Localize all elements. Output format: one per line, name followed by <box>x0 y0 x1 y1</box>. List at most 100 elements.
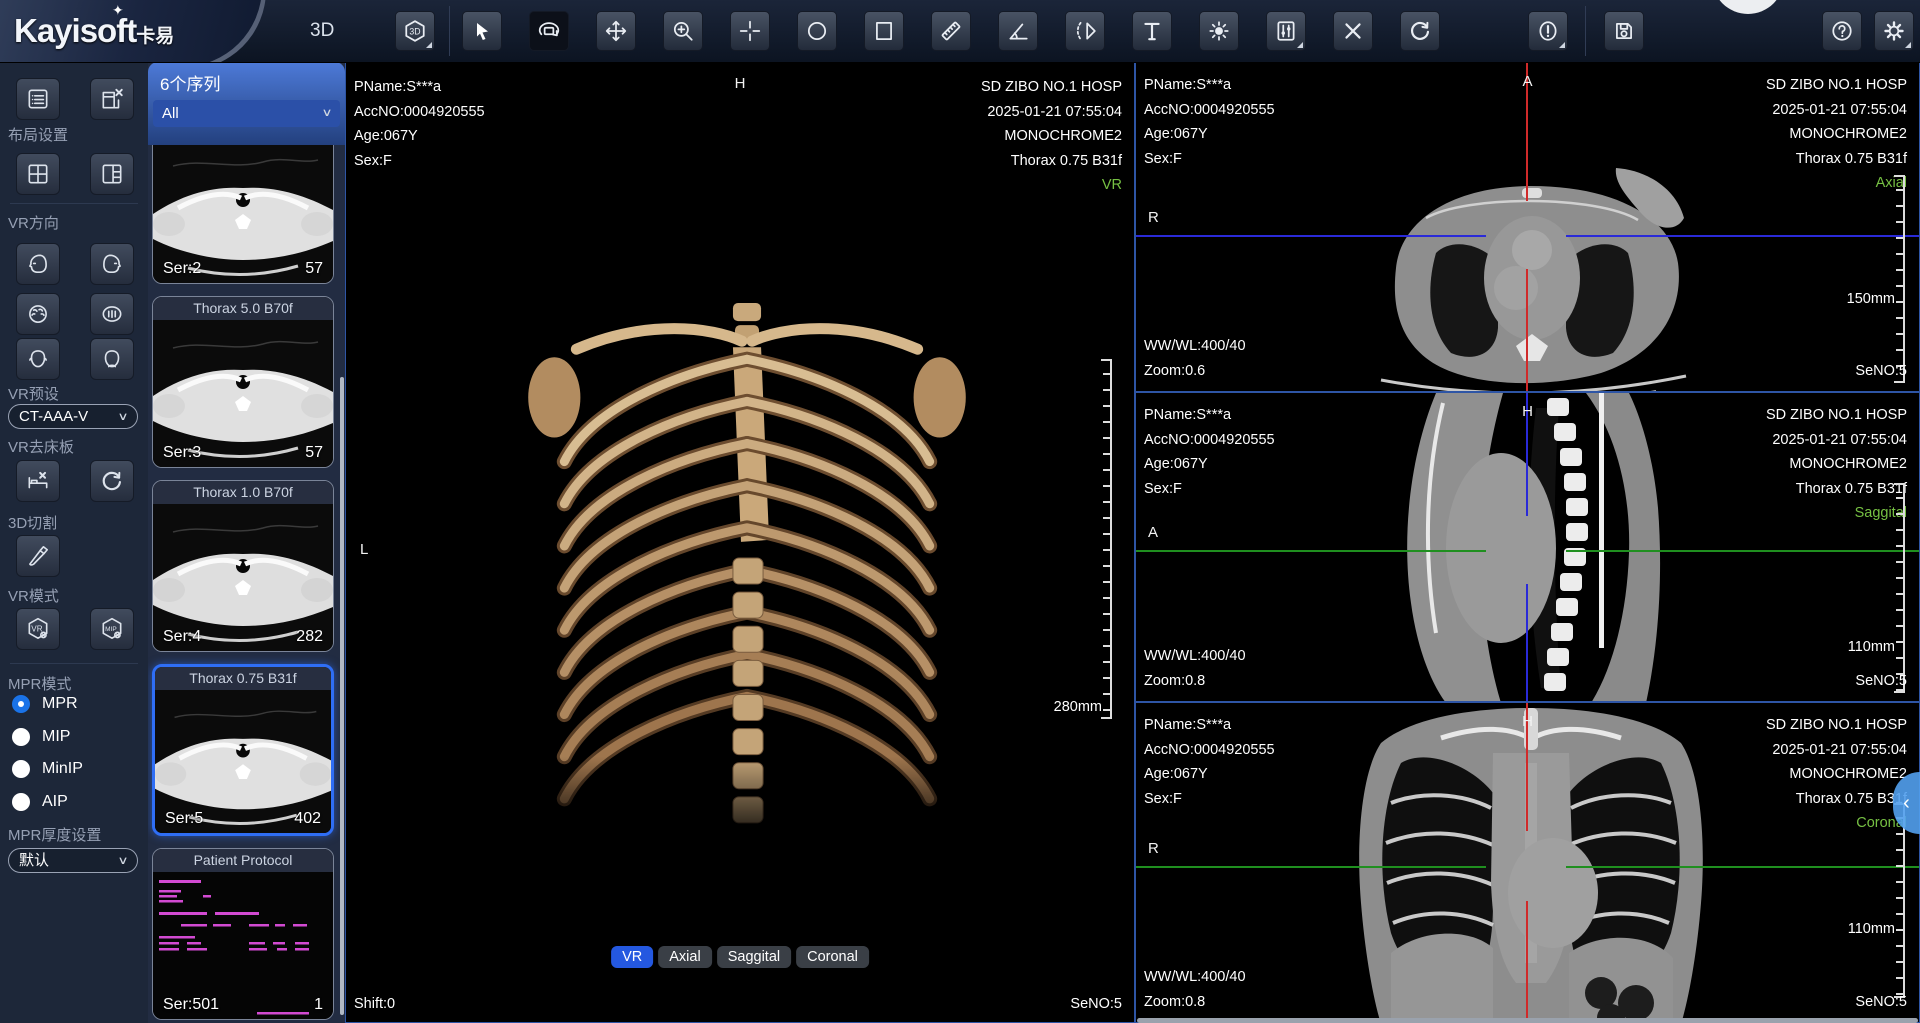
layout-split-right-button[interactable] <box>90 153 134 195</box>
zoom-value: Zoom:0.6 <box>1144 359 1246 384</box>
view-3d-button[interactable]: 3D <box>395 11 435 51</box>
head-right-button[interactable] <box>90 243 134 285</box>
series-description: Thorax 0.75 B31f <box>1766 147 1907 172</box>
angle-tool-button[interactable] <box>998 11 1038 51</box>
vr-mode-label: VR模式 <box>8 585 59 606</box>
brand-suffix: 卡易 <box>136 26 174 47</box>
remove-bed-button[interactable] <box>16 460 60 502</box>
minip-radio-option[interactable]: MinIP <box>12 760 83 778</box>
zoom-icon <box>671 19 695 43</box>
radio-icon[interactable] <box>12 793 30 811</box>
vr-viewport[interactable]: PName:S***a AccNO:0004920555 Age:067Y Se… <box>345 62 1135 1023</box>
ellipse-tool-button[interactable] <box>797 11 837 51</box>
series-count-label: 6个序列 <box>148 62 345 100</box>
crosshair-vertical-red[interactable] <box>1526 901 1528 1022</box>
crosshair-horizontal-green[interactable] <box>1566 866 1919 868</box>
rotate-3d-button[interactable] <box>529 11 569 51</box>
head-bottom-button[interactable] <box>90 293 134 335</box>
layout-remove-button[interactable] <box>90 78 134 120</box>
radio-icon[interactable] <box>12 728 30 746</box>
scalpel-button[interactable] <box>16 535 60 577</box>
orientation-marker-left: R <box>1148 209 1159 226</box>
vr-mode-button[interactable]: VR <box>16 608 60 650</box>
pan-button[interactable] <box>596 11 636 51</box>
crosshair-vertical-blue[interactable] <box>1526 584 1528 701</box>
photometric: MONOCHROME2 <box>1766 762 1907 787</box>
app-screen: ✦ Kayisoft卡易 3D 3D <box>0 0 1920 1023</box>
ruler-tool-icon <box>939 19 963 43</box>
vr-preset-dropdown[interactable]: CT-AAA-V∨ <box>8 404 138 429</box>
cobb-angle-tool-button[interactable] <box>1065 11 1105 51</box>
zoom-button[interactable] <box>663 11 703 51</box>
minip-radio-label: MinIP <box>42 760 83 778</box>
patient-sex: Sex:F <box>1144 477 1275 502</box>
cursor-button[interactable] <box>462 11 502 51</box>
coronal-viewport[interactable]: PName:S***a AccNO:0004920555 Age:067Y Se… <box>1135 702 1920 1023</box>
mip-radio-option[interactable]: MIP <box>12 728 70 746</box>
text-tool-button[interactable] <box>1132 11 1172 51</box>
grid-2x2-button[interactable] <box>16 153 60 195</box>
series-thumbnail-3[interactable]: Thorax 1.0 B70f Ser:4 282 <box>152 480 334 652</box>
layout-list-button[interactable] <box>16 78 60 120</box>
app-logo: ✦ Kayisoft卡易 <box>0 0 270 62</box>
sidebar-divider-2 <box>10 663 138 664</box>
series-scrollbar[interactable] <box>340 377 344 1015</box>
horizontal-scrollbar[interactable] <box>1137 1018 1918 1023</box>
head-left-button[interactable] <box>16 243 60 285</box>
brightness-button[interactable] <box>1199 11 1239 51</box>
reset-bed-button[interactable] <box>90 460 134 502</box>
chevron-down-icon: ∨ <box>117 405 128 429</box>
user-avatar[interactable] <box>1712 0 1784 14</box>
series-thumbnail-5[interactable]: Patient Protocol Ser:501 1 <box>152 848 334 1020</box>
svg-text:MIP: MIP <box>105 626 117 633</box>
head-front-button[interactable] <box>16 338 60 380</box>
scale-ruler-label: 150mm <box>1847 291 1895 307</box>
series-filter-dropdown[interactable]: All ∨ <box>153 100 340 127</box>
vr-preset-label: VR预设 <box>8 383 59 404</box>
series-number: Ser:2 <box>163 260 201 278</box>
crosshair-horizontal-green[interactable] <box>1136 550 1486 552</box>
axial-view-button[interactable]: Axial <box>658 946 711 968</box>
mip-mode-button[interactable]: MIP <box>90 608 134 650</box>
reset-button[interactable] <box>1400 11 1440 51</box>
radio-selected-icon[interactable] <box>12 695 30 713</box>
mpr-thickness-label: MPR厚度设置 <box>8 824 101 845</box>
saggital-view-button[interactable]: Saggital <box>717 946 791 968</box>
crosshair-horizontal-green[interactable] <box>1566 550 1919 552</box>
layout-remove-icon <box>99 86 125 112</box>
window-level-button[interactable] <box>1266 11 1306 51</box>
crosshair-button[interactable] <box>730 11 770 51</box>
axial-viewport[interactable]: PName:S***a AccNO:0004920555 Age:067Y Se… <box>1135 62 1920 392</box>
series-thumbnail-4-selected[interactable]: Thorax 0.75 B31f Ser:5 402 <box>152 664 334 836</box>
alert-button[interactable] <box>1528 11 1568 51</box>
help-button[interactable] <box>1822 11 1862 51</box>
head-back-button[interactable] <box>90 338 134 380</box>
delete-button[interactable] <box>1333 11 1373 51</box>
crosshair-vertical-red[interactable] <box>1526 269 1528 391</box>
settings-button[interactable] <box>1874 11 1914 51</box>
head-top-button[interactable] <box>16 293 60 335</box>
zoom-value: Zoom:0.8 <box>1144 990 1246 1015</box>
crosshair-horizontal-green[interactable] <box>1136 866 1486 868</box>
crosshair-horizontal-blue[interactable] <box>1136 235 1486 237</box>
patient-name: PName:S***a <box>354 75 485 100</box>
radio-icon[interactable] <box>12 760 30 778</box>
save-button[interactable] <box>1604 11 1644 51</box>
series-image-count: 57 <box>305 444 323 462</box>
mpr-thickness-dropdown[interactable]: 默认∨ <box>8 848 138 873</box>
mpr-radio-option[interactable]: MPR <box>12 695 78 713</box>
window-info: WW/WL:400/40 Zoom:0.8 <box>1144 644 1246 693</box>
series-panel: Ser:2 57 Thorax 5.0 B70f Ser:3 57 Thorax… <box>148 62 345 1023</box>
patient-age: Age:067Y <box>1144 762 1275 787</box>
aip-radio-option[interactable]: AIP <box>12 793 68 811</box>
series-thumbnail-2[interactable]: Thorax 5.0 B70f Ser:3 57 <box>152 296 334 468</box>
ruler-tool-button[interactable] <box>931 11 971 51</box>
axial-ct-image <box>1366 158 1716 392</box>
rectangle-tool-button[interactable] <box>864 11 904 51</box>
left-sidebar: 布局设置 VR方向 VR预设 CT-AAA-V∨ VR去床 <box>0 62 148 1023</box>
mpr-radio-label: MPR <box>42 695 78 713</box>
vr-view-button[interactable]: VR <box>611 946 653 968</box>
coronal-view-button[interactable]: Coronal <box>796 946 869 968</box>
crosshair-horizontal-blue[interactable] <box>1566 235 1919 237</box>
saggital-viewport[interactable]: PName:S***a AccNO:0004920555 Age:067Y Se… <box>1135 392 1920 702</box>
